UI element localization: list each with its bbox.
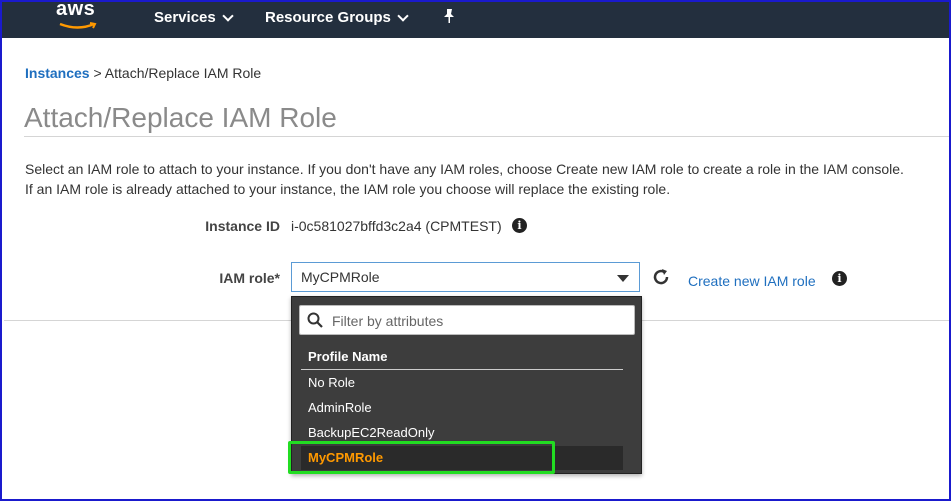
- option-no-role[interactable]: No Role: [301, 371, 623, 395]
- instance-id-info-icon[interactable]: i: [512, 218, 527, 233]
- browser-frame: aws Services Resource Groups Instances >…: [0, 0, 951, 501]
- aws-top-navigation: aws Services Resource Groups: [2, 2, 949, 38]
- breadcrumb-current: Attach/Replace IAM Role: [104, 65, 262, 81]
- section-divider-left: [4, 320, 292, 321]
- iam-role-info-icon[interactable]: i: [832, 271, 847, 286]
- breadcrumb-separator: >: [93, 65, 102, 81]
- search-icon: [307, 312, 323, 328]
- header-divider: [301, 369, 623, 370]
- filter-input[interactable]: [330, 312, 624, 330]
- aws-logo[interactable]: aws: [56, 2, 95, 21]
- create-new-iam-role-link[interactable]: Create new IAM role: [688, 273, 816, 289]
- aws-smile-icon: [59, 22, 97, 29]
- iam-role-label: IAM role*: [219, 270, 280, 286]
- breadcrumb-instances-link[interactable]: Instances: [25, 65, 90, 81]
- profile-name-header: Profile Name: [308, 349, 388, 364]
- page-title: Attach/Replace IAM Role: [24, 102, 337, 133]
- description-line-1: Select an IAM role to attach to your ins…: [25, 161, 904, 177]
- instance-id-label: Instance ID: [205, 218, 280, 234]
- chevron-down-icon: [397, 9, 409, 22]
- title-divider: [24, 136, 949, 137]
- option-admin-role[interactable]: AdminRole: [301, 396, 623, 420]
- selection-highlight-annotation: [288, 441, 555, 474]
- section-divider-right: [642, 320, 949, 321]
- pin-icon[interactable]: [442, 8, 456, 24]
- breadcrumb: Instances > Attach/Replace IAM Role: [25, 65, 261, 81]
- iam-role-select[interactable]: MyCPMRole: [291, 262, 640, 292]
- description-line-2: If an IAM role is already attached to yo…: [25, 181, 671, 197]
- iam-role-selected-value: MyCPMRole: [301, 269, 380, 285]
- filter-box[interactable]: [299, 305, 635, 335]
- services-menu[interactable]: Services: [154, 9, 234, 26]
- instance-id-value: i-0c581027bffd3c2a4 (CPMTEST): [291, 218, 502, 234]
- refresh-icon[interactable]: [651, 267, 671, 287]
- caret-down-icon: [617, 275, 629, 282]
- services-label: Services: [154, 9, 216, 26]
- page-description: Select an IAM role to attach to your ins…: [25, 159, 925, 199]
- resource-groups-label: Resource Groups: [265, 9, 391, 26]
- resource-groups-menu[interactable]: Resource Groups: [265, 9, 409, 26]
- chevron-down-icon: [222, 9, 234, 22]
